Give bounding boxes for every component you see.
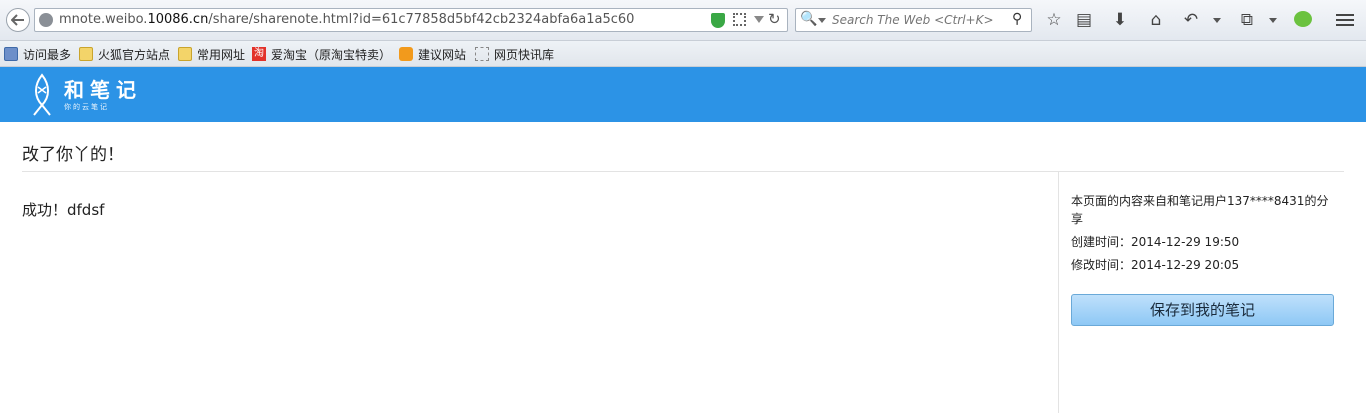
note-title: 改了你丫的！ xyxy=(22,145,124,165)
url-bar[interactable]: mnote.weibo.10086.cn/share/sharenote.htm… xyxy=(34,8,788,32)
site-header: 和笔记 你的云笔记 xyxy=(0,67,1366,122)
created-time: 创建时间：2014-12-29 19:50 xyxy=(1071,235,1240,249)
bookmark-firefox-official[interactable]: 火狐官方站点 xyxy=(79,45,170,63)
home-icon[interactable]: ⌂ xyxy=(1145,9,1167,31)
site-logo[interactable]: 和笔记 你的云笔记 xyxy=(30,73,142,117)
share-source-text: 本页面的内容来自和笔记用户137****8431的分享 xyxy=(1071,194,1329,226)
globe-icon xyxy=(39,13,53,27)
search-go-icon[interactable]: ⚲ xyxy=(1012,11,1022,27)
save-to-my-notes-button[interactable]: 保存到我的笔记 xyxy=(1071,294,1334,326)
browser-toolbar: mnote.weibo.10086.cn/share/sharenote.htm… xyxy=(0,0,1366,41)
sidebar-divider xyxy=(1058,172,1059,413)
back-button[interactable] xyxy=(6,8,30,32)
modified-time: 修改时间：2014-12-29 20:05 xyxy=(1071,258,1240,272)
page-icon xyxy=(4,47,18,61)
logo-subtitle: 你的云笔记 xyxy=(64,103,109,111)
bookmark-label: 爱淘宝（原淘宝特卖） xyxy=(271,47,392,62)
bookmark-suggested-sites[interactable]: 建议网站 xyxy=(399,45,466,63)
folder-icon xyxy=(79,47,93,61)
logo-text: 和笔记 你的云笔记 xyxy=(64,78,142,112)
download-icon[interactable]: ⬇ xyxy=(1109,9,1131,31)
url-text[interactable]: mnote.weibo.10086.cn/share/sharenote.htm… xyxy=(59,12,634,27)
crop-dropdown-icon[interactable] xyxy=(1269,18,1277,23)
qr-code-icon[interactable] xyxy=(733,13,746,26)
shield-icon[interactable] xyxy=(711,13,725,28)
bookmark-label: 建议网站 xyxy=(418,47,467,62)
bulb-icon xyxy=(399,47,413,61)
bookmark-star-icon[interactable]: ☆ xyxy=(1043,9,1065,31)
note-info-sidebar: 本页面的内容来自和笔记用户137****8431的分享 创建时间：2014-12… xyxy=(1071,192,1339,274)
url-dropdown-icon[interactable] xyxy=(754,16,764,23)
menu-icon[interactable] xyxy=(1336,11,1354,27)
bookmark-label: 网页快讯库 xyxy=(494,47,555,62)
fish-logo-icon xyxy=(33,73,51,116)
crop-icon[interactable]: ⧉ xyxy=(1236,9,1258,31)
taobao-icon: 淘 xyxy=(252,47,266,61)
title-divider xyxy=(22,171,1344,172)
reload-icon[interactable]: ↻ xyxy=(768,10,781,28)
search-input[interactable] xyxy=(832,10,1012,30)
search-engine-icon[interactable]: 🔍 xyxy=(800,11,817,27)
bookmark-label: 火狐官方站点 xyxy=(98,47,171,62)
bookmark-common-sites[interactable]: 常用网址 xyxy=(178,45,245,63)
bookmark-most-visited[interactable]: 访问最多 xyxy=(4,45,71,63)
dotted-box-icon xyxy=(475,47,489,61)
search-engine-dropdown-icon[interactable] xyxy=(818,18,826,23)
reading-list-icon[interactable]: ▤ xyxy=(1073,9,1095,31)
note-body: 成功！dfdsf xyxy=(22,201,105,219)
undo-icon[interactable]: ↶ xyxy=(1180,9,1202,31)
bookmark-label: 常用网址 xyxy=(197,47,246,62)
bookmark-taobao[interactable]: 淘 爱淘宝（原淘宝特卖） xyxy=(252,45,391,63)
folder-icon xyxy=(178,47,192,61)
logo-title: 和笔记 xyxy=(64,78,142,102)
undo-dropdown-icon[interactable] xyxy=(1213,18,1221,23)
search-bar[interactable]: 🔍 ⚲ xyxy=(795,8,1032,32)
bookmarks-bar: 访问最多 火狐官方站点 常用网址 淘 爱淘宝（原淘宝特卖） 建议网站 网页快讯库 xyxy=(0,41,1366,67)
back-arrow-icon xyxy=(11,14,24,26)
wechat-icon[interactable] xyxy=(1294,11,1312,27)
bookmark-label: 访问最多 xyxy=(23,47,72,62)
bookmark-web-slices[interactable]: 网页快讯库 xyxy=(475,45,554,63)
